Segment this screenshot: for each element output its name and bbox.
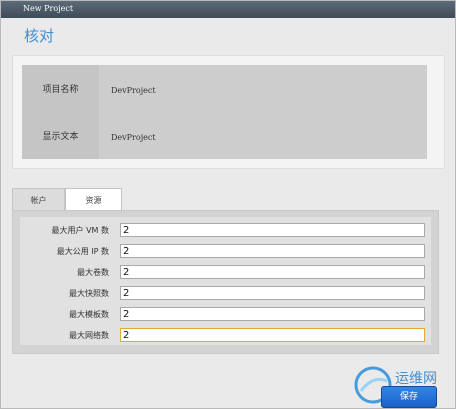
- max-volumes-row: 最大卷数: [20, 265, 431, 281]
- max-templates-label: 最大模板数: [69, 310, 109, 319]
- max-public-ips-input[interactable]: [120, 244, 425, 258]
- max-snapshots-input[interactable]: [120, 286, 425, 300]
- project-name-label: 项目名称: [42, 85, 79, 95]
- max-networks-input[interactable]: [120, 328, 425, 342]
- project-name-value: DevProject: [111, 86, 156, 95]
- max-user-vms-input[interactable]: [120, 223, 425, 237]
- new-project-dialog: New Project 核对 项目名称 DevProject 显示文本 DevP…: [0, 0, 456, 409]
- tab-resources[interactable]: 资源: [65, 188, 122, 211]
- resource-limits-form: 最大用户 VM 数 最大公用 IP 数 最大卷数 最大快照数 最大模板数 最大网…: [20, 217, 431, 345]
- max-snapshots-label: 最大快照数: [69, 289, 109, 298]
- max-networks-row: 最大网络数: [20, 328, 431, 344]
- max-templates-input[interactable]: [120, 307, 425, 321]
- max-snapshots-row: 最大快照数: [20, 286, 431, 302]
- max-volumes-label: 最大卷数: [77, 268, 109, 277]
- page-title: 核对: [24, 27, 55, 45]
- resource-limits-panel: 最大用户 VM 数 最大公用 IP 数 最大卷数 最大快照数 最大模板数 最大网…: [12, 210, 439, 354]
- max-templates-row: 最大模板数: [20, 307, 431, 323]
- project-info-panel: 项目名称 DevProject 显示文本 DevProject: [12, 55, 445, 169]
- max-user-vms-label: 最大用户 VM 数: [51, 226, 109, 235]
- window-title: New Project: [23, 4, 74, 13]
- max-public-ips-label: 最大公用 IP 数: [56, 247, 109, 256]
- display-text-value: DevProject: [111, 133, 156, 142]
- window-titlebar[interactable]: New Project: [1, 1, 455, 18]
- display-text-label: 显示文本: [42, 132, 79, 142]
- save-button[interactable]: 保存: [381, 386, 437, 408]
- max-user-vms-row: 最大用户 VM 数: [20, 223, 431, 239]
- project-info-box: 项目名称 DevProject 显示文本 DevProject: [22, 65, 427, 159]
- watermark-text: 运维网: [395, 371, 437, 387]
- max-public-ips-row: 最大公用 IP 数: [20, 244, 431, 260]
- tab-account[interactable]: 帐户: [12, 188, 65, 211]
- max-volumes-input[interactable]: [120, 265, 425, 279]
- max-networks-label: 最大网络数: [69, 331, 109, 340]
- info-labels-column: [22, 65, 99, 159]
